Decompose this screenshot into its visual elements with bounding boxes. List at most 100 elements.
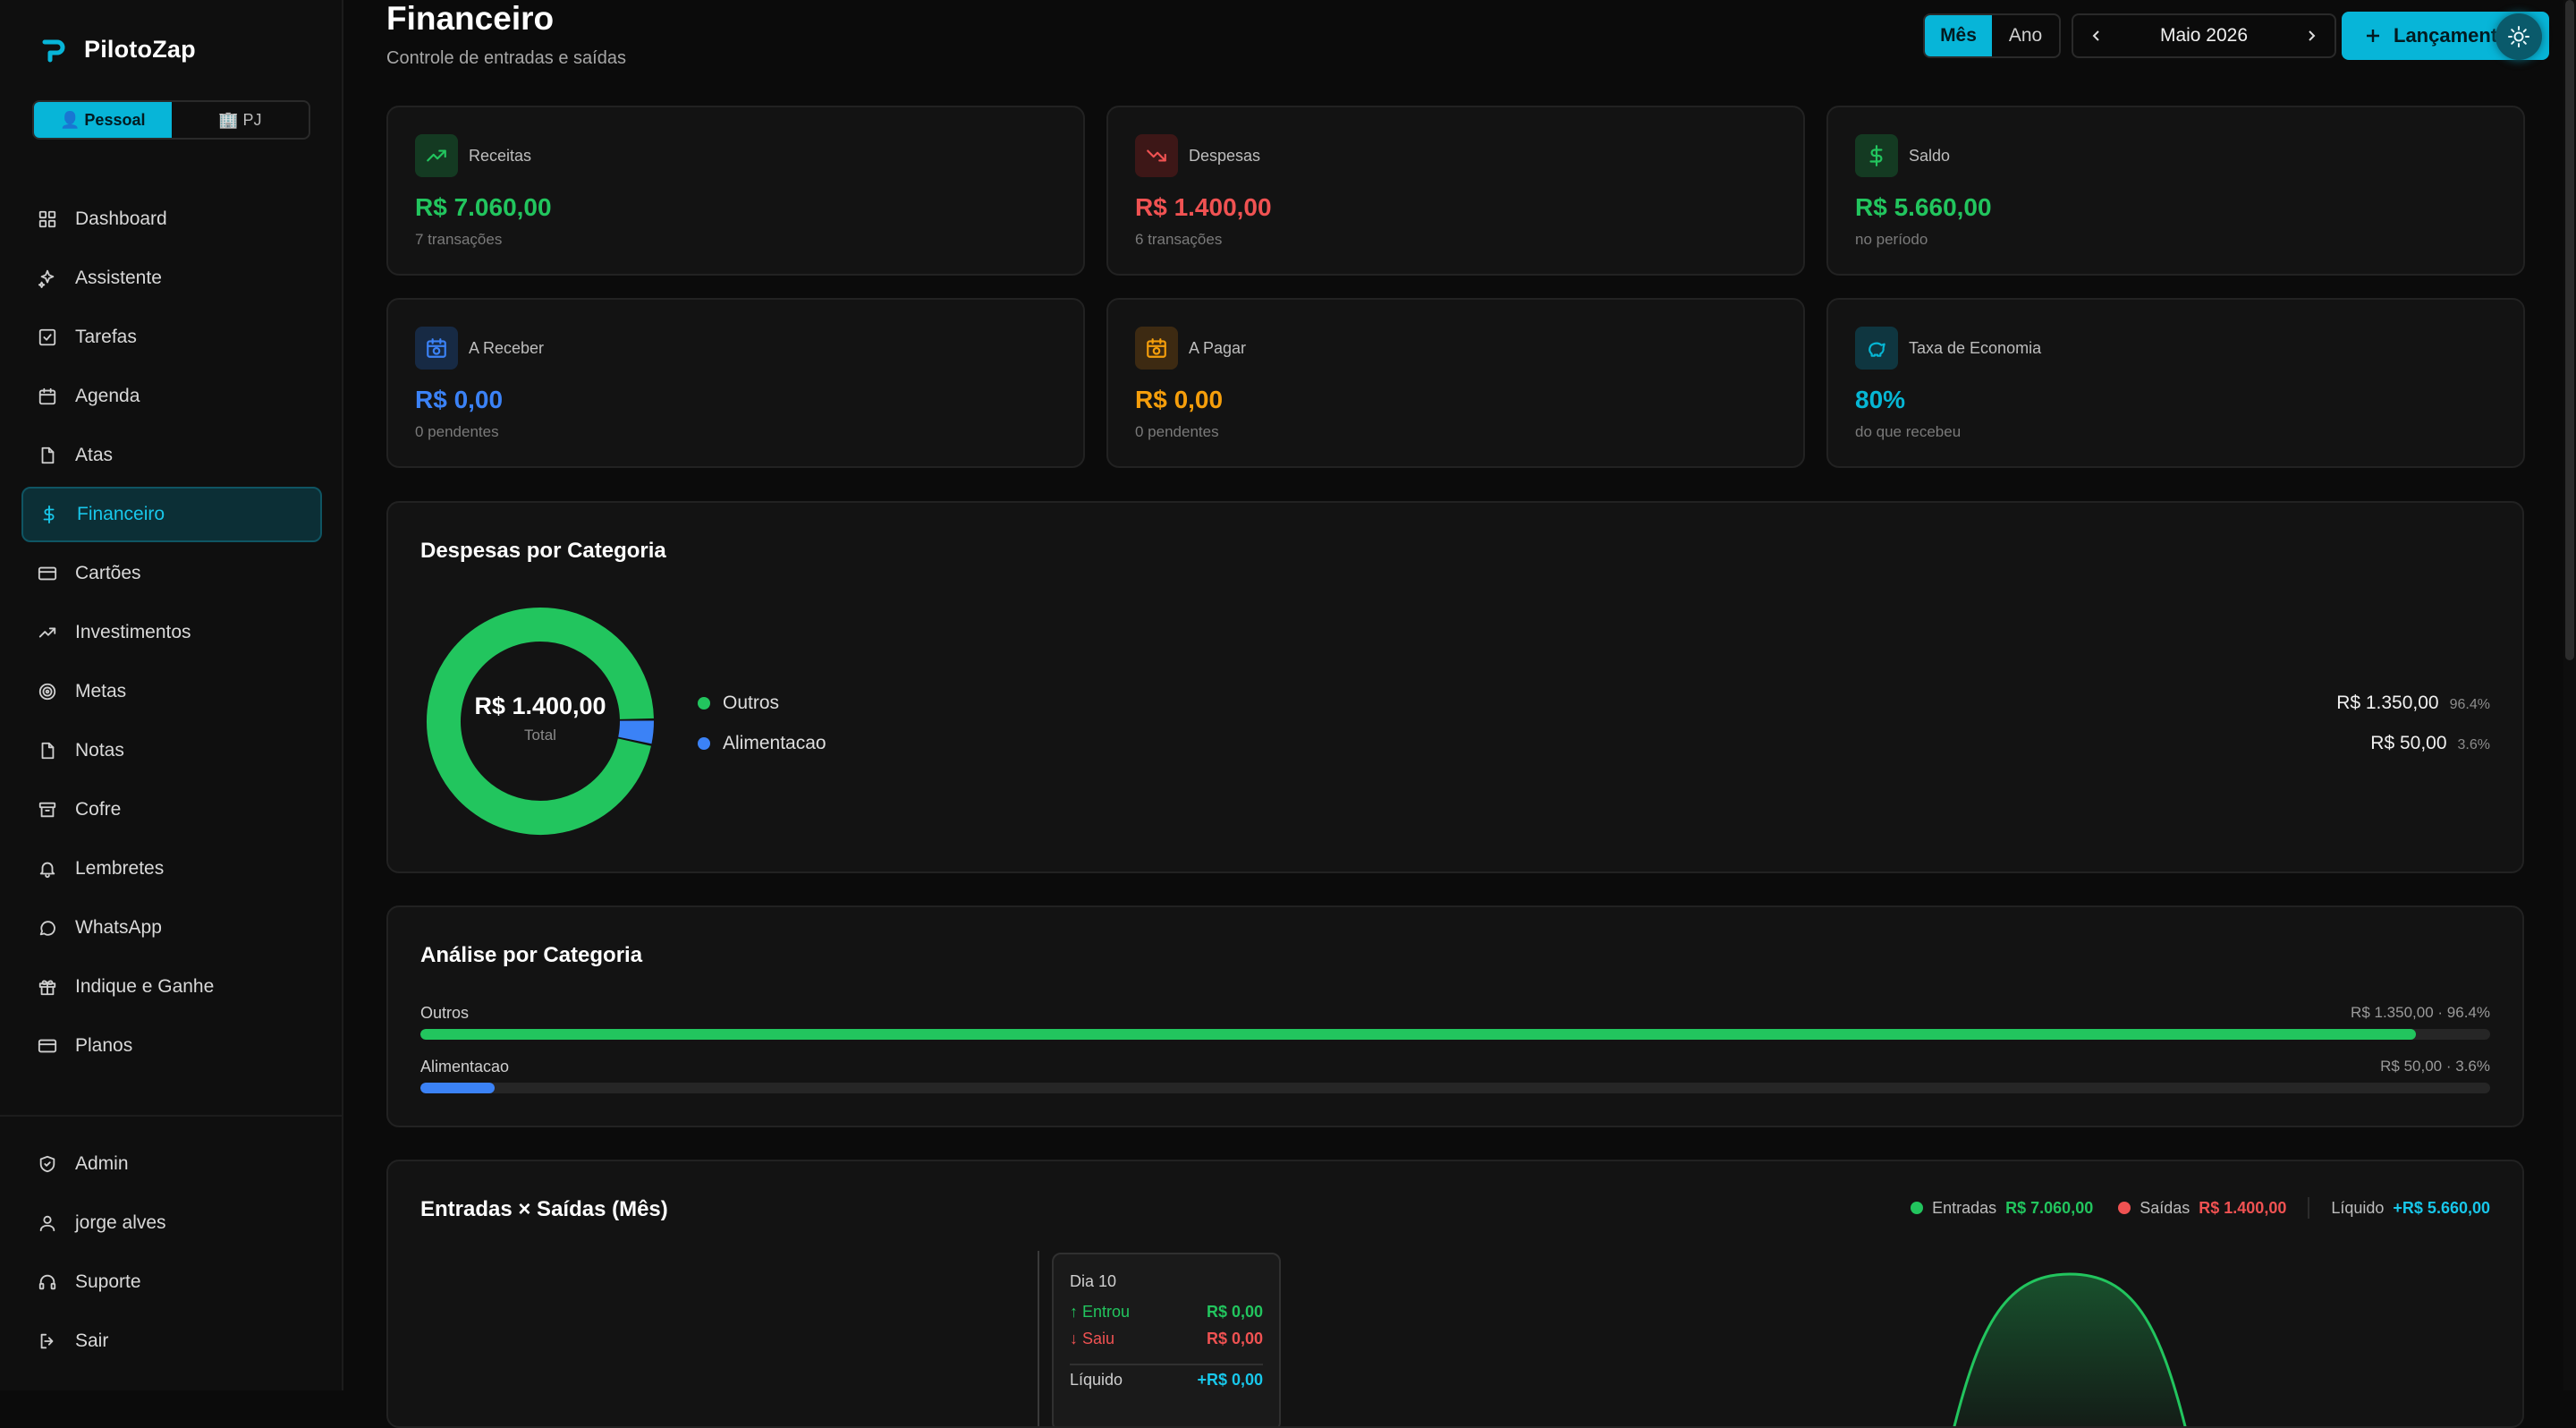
- nav-label: Financeiro: [77, 504, 165, 524]
- sidebar-item-financeiro[interactable]: Financeiro: [21, 487, 322, 542]
- stat-label: A Receber: [469, 339, 545, 357]
- sidebar-divider: [0, 1115, 343, 1117]
- sidebar-item-atas[interactable]: Atas: [21, 428, 322, 483]
- stat-value: R$ 1.400,00: [1135, 193, 1272, 221]
- sidebar-item-assistente[interactable]: Assistente: [21, 251, 322, 306]
- sidebar-item-dashboard[interactable]: Dashboard: [21, 191, 322, 247]
- profile-pj-button[interactable]: 🏢 PJ: [172, 102, 309, 138]
- headset-icon: [38, 1274, 56, 1290]
- dollar-icon: [43, 505, 55, 524]
- tooltip-divider: [1070, 1364, 1263, 1365]
- legend-dot: [698, 697, 710, 710]
- stat-value: R$ 5.660,00: [1855, 193, 1992, 221]
- stat-subtext: 7 transações: [415, 231, 503, 248]
- sidebar-item-cartoes[interactable]: Cartões: [21, 546, 322, 601]
- category-analysis-card: Análise por Categoria Outros R$ 1.350,00 …: [386, 905, 2524, 1127]
- donut-slice-outros[interactable]: [427, 608, 654, 835]
- card-icon: [38, 566, 57, 581]
- sidebar-item-indique-e-ganhe[interactable]: Indique e Ganhe: [21, 959, 322, 1015]
- theme-toggle-button[interactable]: [2496, 13, 2542, 60]
- sidebar-item-investimentos[interactable]: Investimentos: [21, 605, 322, 660]
- chevron-right-icon[interactable]: [2304, 29, 2318, 43]
- stat-label: Taxa de Economia: [1909, 339, 2042, 357]
- month-selector: Maio 2026: [2072, 13, 2336, 58]
- stat-value: 80%: [1855, 386, 1906, 413]
- trend-up-icon: [427, 149, 446, 162]
- sidebar-item-sair[interactable]: Sair: [21, 1313, 322, 1369]
- stat-subtext: 6 transações: [1135, 231, 1223, 248]
- legend-dot: [698, 737, 710, 750]
- stat-label: A Pagar: [1189, 339, 1247, 357]
- plus-icon: [2367, 30, 2379, 42]
- calendar-clock-icon: [427, 338, 446, 358]
- sparkle-icon: [38, 269, 55, 288]
- bell-icon: [39, 862, 55, 879]
- nav-label: Cofre: [75, 799, 122, 820]
- stat-card-saldo: Saldo R$ 5.660,00 no período: [1826, 106, 2525, 276]
- nav-label: Indique e Ganhe: [75, 976, 215, 997]
- chevron-left-icon[interactable]: [2089, 29, 2104, 43]
- stat-card-a-receber: A Receber R$ 0,00 0 pendentes: [386, 298, 1085, 468]
- expense-legend-alimentacao[interactable]: Alimentacao: [698, 733, 826, 754]
- expenses-by-category-title: Despesas por Categoria: [420, 539, 666, 563]
- nav-label: Investimentos: [75, 622, 191, 642]
- profile-pessoal-button[interactable]: 👤 Pessoal: [34, 102, 172, 138]
- sidebar-item-metas[interactable]: Metas: [21, 664, 322, 719]
- analysis-value-outros: R$ 1.350,00 · 96.4%: [2351, 1004, 2490, 1021]
- stat-subtext: no período: [1855, 231, 1928, 248]
- target-icon: [38, 683, 56, 701]
- nav-label: Suporte: [75, 1271, 141, 1292]
- page-scrollbar-thumb[interactable]: [2565, 0, 2574, 660]
- piggy-bank-icon: [1868, 342, 1885, 357]
- stat-icon-box: [1855, 134, 1898, 177]
- sidebar-item-notas[interactable]: Notas: [21, 723, 322, 778]
- sidebar-item-whatsapp[interactable]: WhatsApp: [21, 900, 322, 956]
- brand-name: PilotoZap: [84, 36, 196, 63]
- category-analysis-title: Análise por Categoria: [420, 943, 643, 967]
- sidebar-item-tarefas[interactable]: Tarefas: [21, 310, 322, 365]
- page-title: Financeiro: [386, 0, 555, 37]
- sidebar-item-agenda[interactable]: Agenda: [21, 369, 322, 424]
- sidebar-item-lembretes[interactable]: Lembretes: [21, 841, 322, 897]
- stat-label: Despesas: [1189, 147, 1261, 165]
- stat-value: R$ 7.060,00: [415, 193, 552, 221]
- tooltip-title: Dia 10: [1070, 1272, 1117, 1290]
- pilotozap-logo-icon: [42, 39, 65, 62]
- inflow-outflow-card: Entradas × Saídas (Mês) Entradas R$ 7.06…: [386, 1160, 2524, 1428]
- shield-icon: [39, 1155, 55, 1173]
- stat-card-despesas: Despesas R$ 1.400,00 6 transações: [1106, 106, 1805, 276]
- tooltip-net-value: +R$ 0,00: [1197, 1371, 1263, 1389]
- brand[interactable]: PilotoZap: [39, 36, 196, 64]
- profile-toggle: 👤 Pessoal 🏢 PJ: [32, 100, 310, 140]
- stat-card-a-pagar: A Pagar R$ 0,00 0 pendentes: [1106, 298, 1805, 468]
- page-scrollbar[interactable]: [2563, 0, 2576, 1390]
- expense-legend-outros[interactable]: Outros: [698, 693, 779, 714]
- page-subtitle: Controle de entradas e saídas: [386, 48, 626, 68]
- nav-label: Lembretes: [75, 858, 165, 879]
- sidebar-item-suporte[interactable]: Suporte: [21, 1254, 322, 1310]
- trend-up-icon: [38, 627, 56, 638]
- stat-label: Saldo: [1909, 147, 1951, 165]
- stat-value: R$ 0,00: [1135, 386, 1224, 413]
- tooltip-out-label: ↓ Saiu: [1070, 1330, 1115, 1347]
- nav-label: Dashboard: [75, 208, 167, 229]
- nav-label: Agenda: [75, 386, 140, 406]
- period-month-button[interactable]: Mês: [1925, 15, 1992, 56]
- donut-total-label: Total: [524, 727, 556, 744]
- sidebar-item-planos[interactable]: Planos: [21, 1018, 322, 1074]
- analysis-fill-alimentacao: [420, 1083, 496, 1093]
- period-year-button[interactable]: Ano: [1992, 15, 2059, 56]
- nav-label: jorge alves: [75, 1212, 166, 1233]
- sidebar-item-jorge-alves[interactable]: jorge alves: [21, 1195, 322, 1251]
- nav-label: Planos: [75, 1035, 133, 1056]
- dollar-icon: [1869, 145, 1883, 166]
- nav-label: Tarefas: [75, 327, 137, 347]
- grid-icon: [38, 210, 56, 228]
- nav-label: Cartões: [75, 563, 141, 583]
- sidebar-item-admin[interactable]: Admin: [21, 1136, 322, 1192]
- legend-label: Alimentacao: [723, 733, 826, 753]
- expense-amount: R$ 50,00: [2370, 733, 2447, 753]
- nav-label: Assistente: [75, 268, 162, 288]
- expense-percent: 96.4%: [2449, 697, 2490, 712]
- sidebar-item-cofre[interactable]: Cofre: [21, 782, 322, 837]
